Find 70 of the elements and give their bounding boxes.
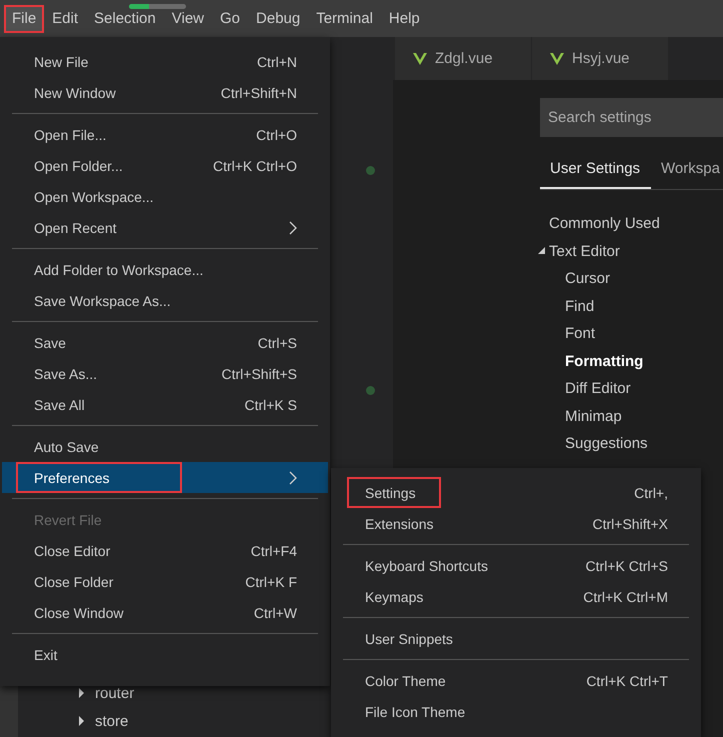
menu-item[interactable]: Auto Save	[2, 431, 328, 462]
menu-bar-item[interactable]: Selection	[86, 4, 164, 32]
settings-category[interactable]: Minimap	[565, 408, 622, 425]
settings-category[interactable]: Diff Editor	[565, 380, 631, 398]
settings-tab[interactable]: User Settings	[540, 150, 652, 189]
menu-item[interactable]: Close Editor Ctrl+F4	[2, 535, 328, 566]
settings-category[interactable]: Font	[565, 325, 596, 342]
settings-category[interactable]: Find	[565, 298, 594, 315]
progress-bar	[129, 4, 186, 9]
shortcut-label: Ctrl+F4	[250, 542, 297, 558]
menu-item[interactable]: Save All Ctrl+K S	[2, 389, 328, 420]
v-logo-icon	[413, 52, 427, 64]
menu-item[interactable]: Close Folder Ctrl+K F	[2, 566, 328, 597]
menu-item[interactable]: Close Window Ctrl+W	[2, 597, 328, 628]
menu-item[interactable]: Settings Ctrl+,	[333, 477, 699, 508]
shortcut-label: Ctrl+Shift+N	[220, 84, 297, 100]
menu-bar-item[interactable]: View	[164, 4, 212, 32]
shortcut-label: Ctrl+K Ctrl+T	[586, 672, 668, 688]
shortcut-label: Ctrl+,	[634, 484, 668, 500]
menu-item[interactable]: Preferences	[2, 462, 328, 493]
menu-item[interactable]: Open Recent	[2, 212, 328, 243]
settings-tab[interactable]: Workspa	[651, 150, 723, 189]
menu-item[interactable]: Open Workspace...	[2, 181, 328, 212]
menu-bar-item[interactable]: Help	[380, 4, 428, 32]
search-field[interactable]: Search settings	[540, 98, 723, 137]
modified-dot-icon	[366, 386, 375, 395]
menu-item[interactable]: New File Ctrl+N	[2, 46, 328, 77]
settings-category[interactable]: Commonly Used	[549, 215, 660, 232]
settings-category[interactable]: Suggestions	[565, 435, 648, 452]
menu-item[interactable]: Exit	[2, 639, 328, 670]
shortcut-label: Ctrl+S	[258, 334, 297, 350]
editor-tab[interactable]: Zdgl.vue	[395, 37, 532, 80]
menu-item[interactable]: Extensions Ctrl+Shift+X	[333, 508, 699, 539]
menu-bar-item[interactable]: Go	[212, 4, 248, 32]
settings-category[interactable]: Cursor	[565, 270, 610, 288]
menu-item[interactable]: Save Ctrl+S	[2, 327, 328, 358]
menu-item[interactable]: Keymaps Ctrl+K Ctrl+M	[333, 581, 699, 612]
menu-item[interactable]: User Snippets	[333, 623, 699, 654]
settings-category[interactable]: Formatting	[565, 352, 644, 370]
shortcut-label: Ctrl+K Ctrl+S	[586, 558, 668, 574]
shortcut-label: Ctrl+W	[254, 604, 297, 620]
menu-bar-item[interactable]: File	[4, 4, 44, 32]
shortcut-label: Ctrl+Shift+S	[222, 366, 297, 382]
menu-item[interactable]: File Icon Theme	[333, 696, 699, 727]
menu-item[interactable]: New Window Ctrl+Shift+N	[2, 77, 328, 108]
modified-dot-icon	[366, 166, 375, 175]
editor-tab[interactable]: Hsyj.vue	[532, 37, 669, 80]
v-logo-icon	[550, 52, 564, 64]
menu-item[interactable]: Open File... Ctrl+O	[2, 119, 328, 150]
menu-item[interactable]: Open Folder... Ctrl+K Ctrl+O	[2, 150, 328, 181]
shortcut-label: Ctrl+O	[256, 126, 297, 142]
menu-item[interactable]: Color Theme Ctrl+K Ctrl+T	[333, 665, 699, 696]
menu-item[interactable]: Save As... Ctrl+Shift+S	[2, 358, 328, 389]
shortcut-label: Ctrl+K Ctrl+O	[212, 158, 297, 174]
shortcut-label: Ctrl+Shift+X	[592, 516, 668, 532]
shortcut-label: Ctrl+K S	[244, 396, 297, 412]
chevron-right-icon	[289, 470, 297, 484]
folder-name[interactable]: router	[95, 684, 134, 702]
shortcut-label: Ctrl+K Ctrl+M	[583, 588, 668, 604]
shortcut-label: Ctrl+K F	[245, 574, 297, 590]
chevron-right-icon	[289, 220, 297, 234]
menu-bar-item[interactable]: Terminal	[308, 4, 381, 32]
menu-item[interactable]: Add Folder to Workspace...	[2, 254, 328, 285]
menu-item[interactable]: Save Workspace As...	[2, 285, 328, 316]
folder-name[interactable]: store	[95, 712, 128, 730]
shortcut-label: Ctrl+N	[256, 54, 297, 70]
menu-bar-item[interactable]: Edit	[44, 4, 86, 32]
settings-category[interactable]: Text Editor	[549, 242, 620, 260]
menu-item[interactable]: Keyboard Shortcuts Ctrl+K Ctrl+S	[333, 550, 699, 581]
menu-bar-item[interactable]: Debug	[248, 4, 308, 32]
